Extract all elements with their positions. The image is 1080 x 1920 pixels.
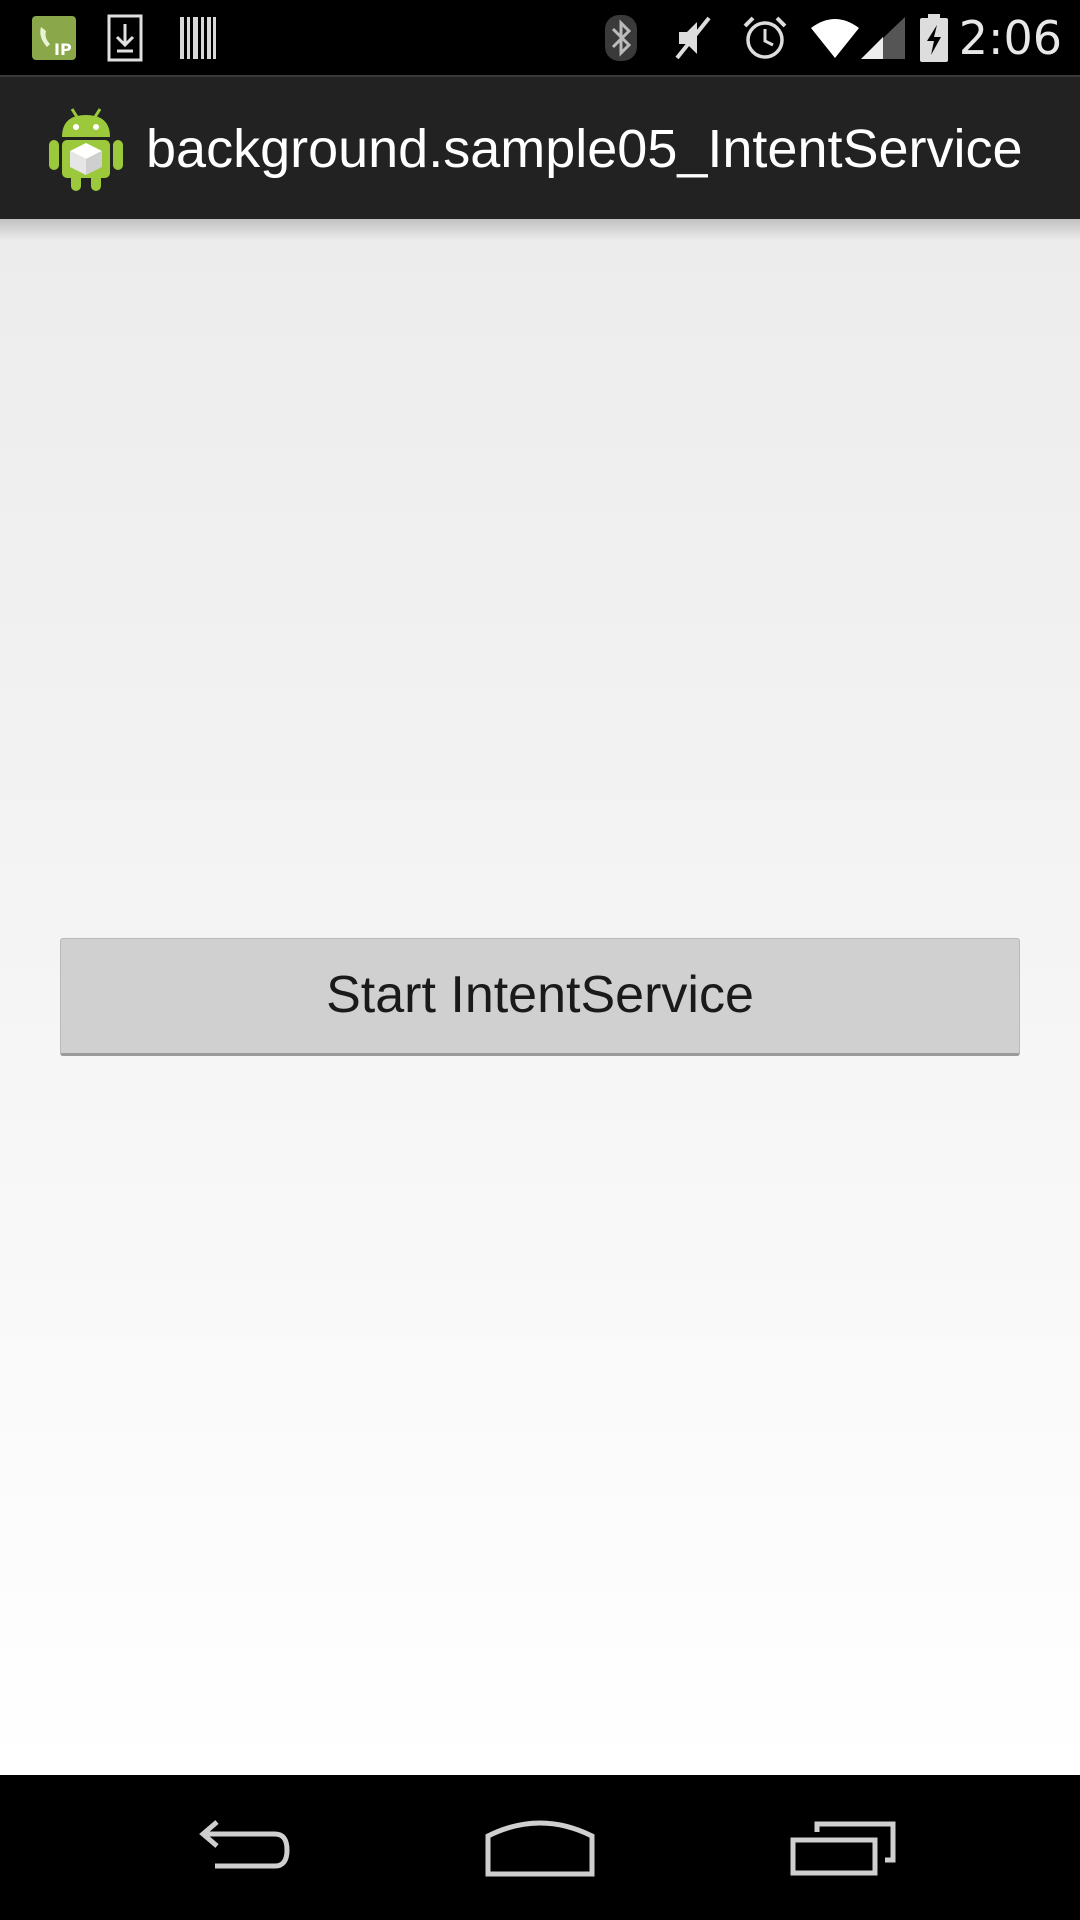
barcode-icon [176, 8, 220, 68]
bluetooth-icon [600, 8, 642, 68]
status-time: 2:06 [958, 11, 1062, 65]
signal-icon [858, 8, 908, 68]
mute-icon [670, 8, 716, 68]
start-intentservice-button[interactable]: Start IntentService [60, 938, 1020, 1056]
svg-text:IP: IP [54, 40, 72, 59]
battery-charging-icon [918, 8, 950, 68]
main-content: Start IntentService [0, 219, 1080, 1775]
status-bar: IP 2:06 [0, 0, 1080, 75]
action-bar: background.sample05_IntentService [0, 75, 1080, 219]
wifi-icon [808, 8, 862, 68]
recent-apps-icon[interactable] [743, 1775, 943, 1920]
navigation-bar [0, 1775, 1080, 1920]
android-app-icon[interactable] [46, 105, 126, 193]
alarm-icon [740, 8, 790, 68]
action-bar-shadow [0, 219, 1080, 241]
home-icon[interactable] [440, 1775, 640, 1920]
ip-call-icon: IP [30, 8, 78, 68]
back-icon[interactable] [139, 1775, 339, 1920]
download-icon [105, 8, 145, 68]
app-title: background.sample05_IntentService [146, 119, 1023, 179]
